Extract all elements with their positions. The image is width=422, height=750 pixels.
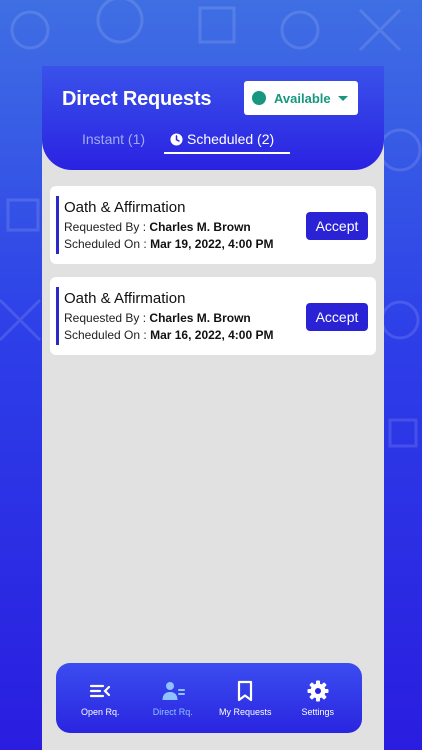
- open-requests-icon: [90, 684, 111, 698]
- requested-by-label: Requested By :: [64, 220, 147, 234]
- nav-direct-requests[interactable]: Direct Rq.: [143, 679, 203, 717]
- clock-icon: [170, 133, 183, 146]
- nav-settings[interactable]: Settings: [288, 679, 348, 717]
- requested-by-row: Requested By : Charles M. Brown: [64, 220, 251, 234]
- card-accent-bar: [56, 196, 59, 254]
- scheduled-on-label: Scheduled On :: [64, 328, 147, 342]
- requested-by-label: Requested By :: [64, 311, 147, 325]
- nav-open-requests[interactable]: Open Rq.: [70, 679, 130, 717]
- tab-instant[interactable]: Instant (1): [82, 130, 145, 154]
- tab-scheduled[interactable]: Scheduled (2): [164, 130, 290, 154]
- nav-label: Open Rq.: [80, 707, 120, 717]
- header: Direct Requests Available Instant (1) Sc…: [42, 66, 384, 170]
- requested-by-row: Requested By : Charles M. Brown: [64, 311, 251, 325]
- nav-label: Settings: [301, 707, 335, 717]
- accept-button[interactable]: Accept: [306, 303, 368, 331]
- nav-label: Direct Rq.: [152, 707, 193, 717]
- scheduled-on-value: Mar 16, 2022, 4:00 PM: [150, 328, 274, 342]
- availability-dropdown[interactable]: Available: [244, 81, 358, 115]
- scheduled-on-row: Scheduled On : Mar 19, 2022, 4:00 PM: [64, 237, 273, 251]
- nav-my-requests[interactable]: My Requests: [215, 679, 275, 717]
- card-accent-bar: [56, 287, 59, 345]
- status-dot-icon: [252, 91, 266, 105]
- request-title: Oath & Affirmation: [64, 199, 186, 216]
- tab-scheduled-label: Scheduled (2): [187, 131, 275, 147]
- chevron-down-icon: [338, 96, 348, 101]
- request-card: Oath & Affirmation Requested By : Charle…: [50, 277, 376, 355]
- status-label: Available: [274, 90, 331, 106]
- bookmark-icon: [238, 680, 253, 702]
- requested-by-value: Charles M. Brown: [149, 220, 251, 234]
- scheduled-on-label: Scheduled On :: [64, 237, 147, 251]
- request-title: Oath & Affirmation: [64, 290, 186, 307]
- requested-by-value: Charles M. Brown: [149, 311, 251, 325]
- accept-button[interactable]: Accept: [306, 212, 368, 240]
- app-screen: Direct Requests Available Instant (1) Sc…: [42, 66, 384, 750]
- request-card: Oath & Affirmation Requested By : Charle…: [50, 186, 376, 264]
- nav-label: My Requests: [218, 707, 272, 717]
- scheduled-on-row: Scheduled On : Mar 16, 2022, 4:00 PM: [64, 328, 273, 342]
- page-title: Direct Requests: [62, 88, 212, 110]
- gear-icon: [307, 680, 329, 702]
- direct-requests-icon: [162, 682, 185, 700]
- scheduled-on-value: Mar 19, 2022, 4:00 PM: [150, 237, 274, 251]
- bottom-nav: Open Rq. Direct Rq. My Requests Settings: [56, 663, 362, 733]
